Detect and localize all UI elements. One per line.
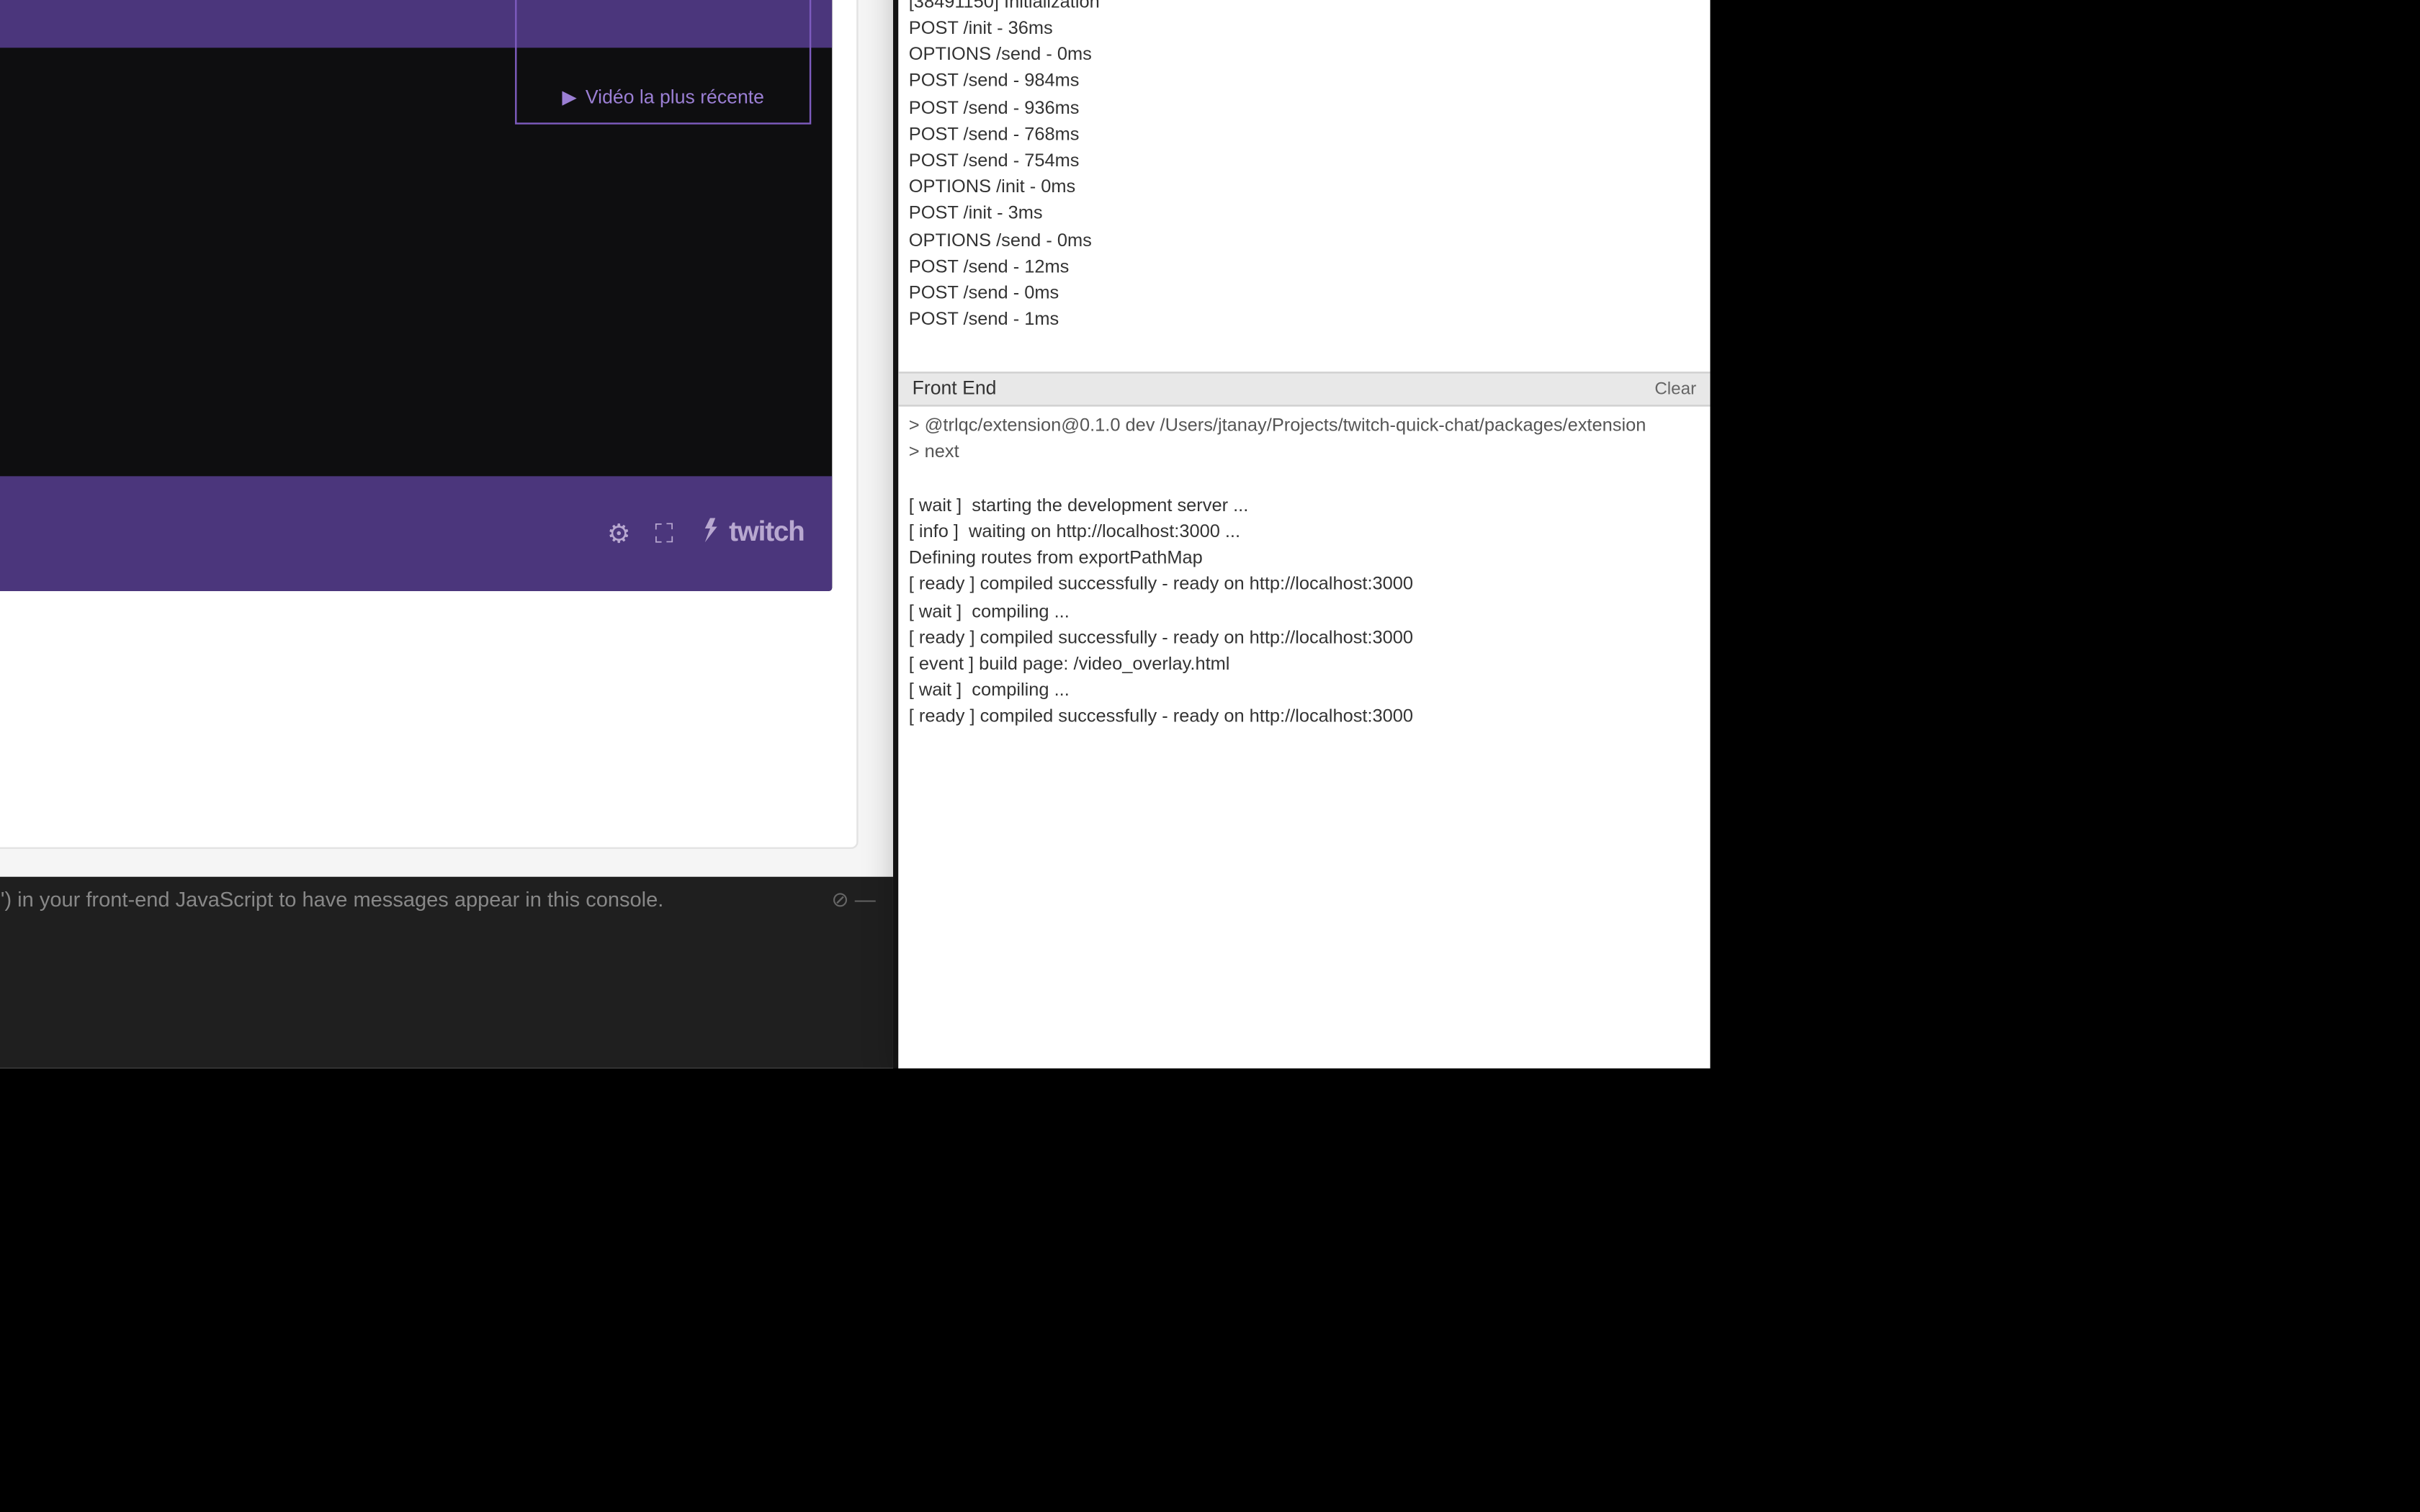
player-controls: ▶ 🔊 ⚙ ⛶ twitch (0, 476, 832, 591)
video-overlay-box[interactable]: ▶ Vidéo la plus récente (515, 0, 811, 125)
terminal-window: Twitch Developer Rig Back End Clear > @t… (898, 0, 1710, 1068)
console-message: Invoke window.Twitch.ext.rig.log('...') … (0, 887, 663, 912)
frontend-clear-button[interactable]: Clear (1654, 379, 1696, 399)
video-icon: ▶ (562, 86, 576, 109)
backend-terminal-output[interactable]: > @trlqc/server@0.1.0 debug /Users/jtana… (898, 0, 1710, 372)
view-card: Broadcaster (video_overlay.html) Edit Co… (0, 0, 859, 849)
frontend-panel-header: Front End Clear (898, 372, 1710, 406)
twitch-logo[interactable]: twitch (698, 518, 805, 549)
dev-rig-window: Twitch Developer Rig Add Project ▾ Twitc… (0, 0, 893, 1068)
frontend-terminal-output[interactable]: > @trlqc/extension@0.1.0 dev /Users/jtan… (898, 407, 1710, 1068)
fullscreen-icon[interactable]: ⛶ (655, 519, 673, 549)
settings-icon[interactable]: ⚙ (607, 518, 631, 549)
content-area: Extension Views + Create New View Stop F… (0, 0, 893, 1068)
video-player: djiit just jamin Regarder ✕ ▶ Vi (0, 0, 832, 591)
console-clear-button[interactable]: ⊘ — (831, 887, 875, 912)
rig-console: internal $ Invoke window.Twitch.ext.rig.… (0, 877, 893, 1068)
